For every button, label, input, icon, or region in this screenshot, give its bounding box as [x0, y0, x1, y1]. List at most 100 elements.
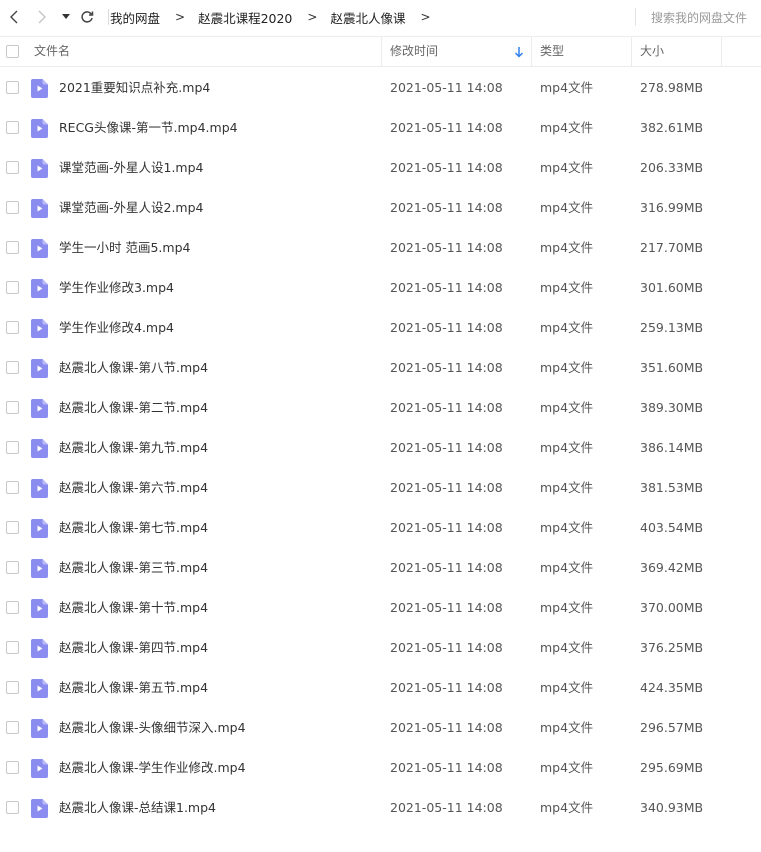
- file-row[interactable]: 赵震北人像课-第三节.mp4 2021-05-11 14:08 mp4文件 36…: [0, 548, 761, 588]
- file-row[interactable]: 学生作业修改3.mp4 2021-05-11 14:08 mp4文件 301.6…: [0, 268, 761, 308]
- file-name[interactable]: 学生一小时 范画5.mp4: [59, 228, 190, 268]
- column-header-modified[interactable]: 修改时间: [390, 37, 438, 66]
- row-checkbox[interactable]: [6, 641, 19, 654]
- file-type: mp4文件: [540, 360, 594, 375]
- file-name[interactable]: 赵震北人像课-第八节.mp4: [59, 348, 208, 388]
- file-list: 2021重要知识点补充.mp4 2021-05-11 14:08 mp4文件 2…: [0, 68, 761, 828]
- video-file-icon: [31, 439, 48, 458]
- breadcrumb-separator[interactable]: >: [420, 10, 430, 24]
- caret-down-icon[interactable]: [58, 9, 74, 25]
- row-checkbox[interactable]: [6, 761, 19, 774]
- file-row[interactable]: 赵震北人像课-第五节.mp4 2021-05-11 14:08 mp4文件 42…: [0, 668, 761, 708]
- row-checkbox[interactable]: [6, 561, 19, 574]
- file-type: mp4文件: [540, 680, 594, 695]
- file-modified-time: 2021-05-11 14:08: [390, 720, 503, 735]
- file-type: mp4文件: [540, 320, 594, 335]
- file-row[interactable]: 赵震北人像课-第四节.mp4 2021-05-11 14:08 mp4文件 37…: [0, 628, 761, 668]
- row-checkbox[interactable]: [6, 521, 19, 534]
- file-type: mp4文件: [540, 280, 594, 295]
- file-row[interactable]: 赵震北人像课-总结课1.mp4 2021-05-11 14:08 mp4文件 3…: [0, 788, 761, 828]
- row-checkbox[interactable]: [6, 721, 19, 734]
- file-modified-time: 2021-05-11 14:08: [390, 280, 503, 295]
- file-row[interactable]: 2021重要知识点补充.mp4 2021-05-11 14:08 mp4文件 2…: [0, 68, 761, 108]
- breadcrumb: 我的网盘 > 赵震北课程2020 > 赵震北人像课 >: [110, 8, 444, 27]
- video-file-icon: [31, 559, 48, 578]
- row-checkbox[interactable]: [6, 121, 19, 134]
- file-row[interactable]: 赵震北人像课-学生作业修改.mp4 2021-05-11 14:08 mp4文件…: [0, 748, 761, 788]
- file-row[interactable]: 赵震北人像课-第九节.mp4 2021-05-11 14:08 mp4文件 38…: [0, 428, 761, 468]
- file-size: 206.33MB: [640, 160, 704, 175]
- file-name[interactable]: 课堂范画-外星人设1.mp4: [59, 148, 204, 188]
- file-type: mp4文件: [540, 200, 594, 215]
- video-file-icon: [31, 79, 48, 98]
- row-checkbox[interactable]: [6, 201, 19, 214]
- file-row[interactable]: 赵震北人像课-第二节.mp4 2021-05-11 14:08 mp4文件 38…: [0, 388, 761, 428]
- file-name[interactable]: RECG头像课-第一节.mp4.mp4: [59, 108, 238, 148]
- file-name[interactable]: 赵震北人像课-总结课1.mp4: [59, 788, 216, 828]
- video-file-icon: [31, 199, 48, 218]
- file-name[interactable]: 赵震北人像课-学生作业修改.mp4: [59, 748, 246, 788]
- file-name[interactable]: 学生作业修改4.mp4: [59, 308, 174, 348]
- file-row[interactable]: RECG头像课-第一节.mp4.mp4 2021-05-11 14:08 mp4…: [0, 108, 761, 148]
- file-name[interactable]: 赵震北人像课-第十节.mp4: [59, 588, 208, 628]
- file-row[interactable]: 赵震北人像课-第六节.mp4 2021-05-11 14:08 mp4文件 38…: [0, 468, 761, 508]
- video-file-icon: [31, 359, 48, 378]
- file-type: mp4文件: [540, 480, 594, 495]
- file-size: 424.35MB: [640, 680, 704, 695]
- row-checkbox[interactable]: [6, 441, 19, 454]
- file-name[interactable]: 课堂范画-外星人设2.mp4: [59, 188, 204, 228]
- file-modified-time: 2021-05-11 14:08: [390, 760, 503, 775]
- select-all-checkbox[interactable]: [6, 45, 19, 58]
- row-checkbox[interactable]: [6, 401, 19, 414]
- file-modified-time: 2021-05-11 14:08: [390, 560, 503, 575]
- file-name[interactable]: 赵震北人像课-第五节.mp4: [59, 668, 208, 708]
- video-file-icon: [31, 399, 48, 418]
- file-size: 382.61MB: [640, 120, 704, 135]
- breadcrumb-item-course[interactable]: 赵震北课程2020: [198, 8, 292, 27]
- file-name[interactable]: 赵震北人像课-第七节.mp4: [59, 508, 208, 548]
- file-name[interactable]: 赵震北人像课-第三节.mp4: [59, 548, 208, 588]
- toolbar-divider: [108, 9, 109, 25]
- file-row[interactable]: 赵震北人像课-第七节.mp4 2021-05-11 14:08 mp4文件 40…: [0, 508, 761, 548]
- file-size: 376.25MB: [640, 640, 704, 655]
- sort-descending-icon[interactable]: [514, 46, 524, 58]
- file-row[interactable]: 课堂范画-外星人设1.mp4 2021-05-11 14:08 mp4文件 20…: [0, 148, 761, 188]
- file-row[interactable]: 学生作业修改4.mp4 2021-05-11 14:08 mp4文件 259.1…: [0, 308, 761, 348]
- row-checkbox[interactable]: [6, 241, 19, 254]
- file-name[interactable]: 赵震北人像课-第六节.mp4: [59, 468, 208, 508]
- file-row[interactable]: 课堂范画-外星人设2.mp4 2021-05-11 14:08 mp4文件 31…: [0, 188, 761, 228]
- breadcrumb-item-current[interactable]: 赵震北人像课: [330, 8, 405, 27]
- column-divider: [381, 37, 382, 66]
- column-header-name[interactable]: 文件名: [34, 37, 70, 66]
- video-file-icon: [31, 119, 48, 138]
- file-row[interactable]: 赵震北人像课-第十节.mp4 2021-05-11 14:08 mp4文件 37…: [0, 588, 761, 628]
- row-checkbox[interactable]: [6, 481, 19, 494]
- row-checkbox[interactable]: [6, 801, 19, 814]
- chevron-right-icon[interactable]: [34, 9, 50, 25]
- breadcrumb-item-root[interactable]: 我的网盘: [110, 8, 160, 27]
- row-checkbox[interactable]: [6, 321, 19, 334]
- refresh-icon[interactable]: [79, 9, 95, 25]
- file-name[interactable]: 赵震北人像课-第四节.mp4: [59, 628, 208, 668]
- file-name[interactable]: 赵震北人像课-头像细节深入.mp4: [59, 708, 246, 748]
- file-type: mp4文件: [540, 640, 594, 655]
- chevron-left-icon[interactable]: [6, 9, 22, 25]
- search-input[interactable]: 搜索我的网盘文件: [651, 9, 747, 26]
- file-name[interactable]: 2021重要知识点补充.mp4: [59, 68, 210, 108]
- file-name[interactable]: 学生作业修改3.mp4: [59, 268, 174, 308]
- row-checkbox[interactable]: [6, 361, 19, 374]
- file-row[interactable]: 赵震北人像课-第八节.mp4 2021-05-11 14:08 mp4文件 35…: [0, 348, 761, 388]
- file-type: mp4文件: [540, 600, 594, 615]
- file-row[interactable]: 赵震北人像课-头像细节深入.mp4 2021-05-11 14:08 mp4文件…: [0, 708, 761, 748]
- column-header-size[interactable]: 大小: [640, 37, 664, 66]
- row-checkbox[interactable]: [6, 161, 19, 174]
- file-row[interactable]: 学生一小时 范画5.mp4 2021-05-11 14:08 mp4文件 217…: [0, 228, 761, 268]
- file-modified-time: 2021-05-11 14:08: [390, 680, 503, 695]
- row-checkbox[interactable]: [6, 281, 19, 294]
- file-name[interactable]: 赵震北人像课-第九节.mp4: [59, 428, 208, 468]
- file-name[interactable]: 赵震北人像课-第二节.mp4: [59, 388, 208, 428]
- row-checkbox[interactable]: [6, 601, 19, 614]
- row-checkbox[interactable]: [6, 681, 19, 694]
- row-checkbox[interactable]: [6, 81, 19, 94]
- column-header-type[interactable]: 类型: [540, 37, 564, 66]
